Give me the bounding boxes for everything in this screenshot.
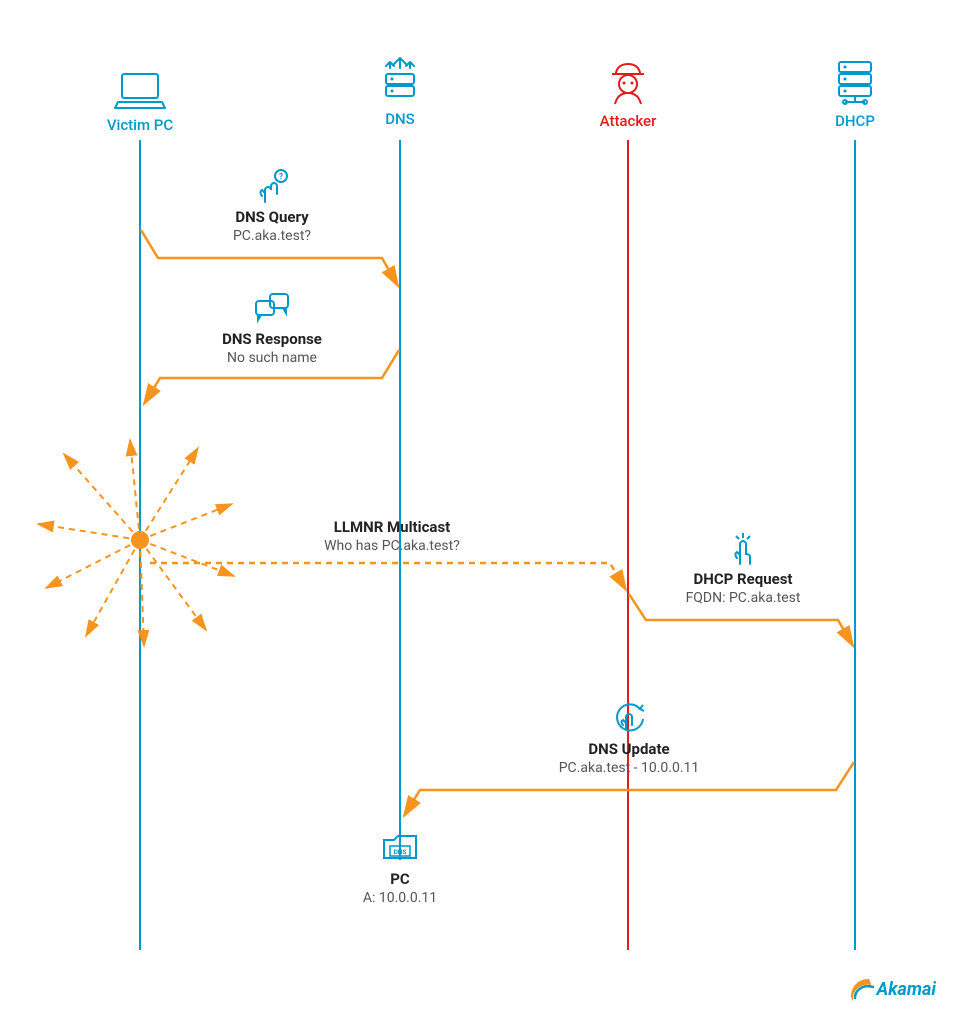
dns-server-icon — [340, 54, 460, 104]
lifeline-attacker — [627, 140, 629, 950]
msg-title: DNS Response — [172, 330, 372, 348]
brand-name: Akamai — [877, 979, 937, 1000]
msg-sub: FQDN: PC.aka.test — [648, 590, 838, 606]
lifeline-victim — [139, 140, 141, 950]
actor-label: Victim PC — [80, 116, 200, 134]
svg-text:?: ? — [279, 172, 283, 181]
msg-title: DNS Update — [494, 740, 764, 758]
attacker-icon — [568, 56, 688, 106]
arrows-layer — [0, 0, 960, 1020]
actor-attacker: Attacker — [568, 56, 688, 130]
msg-llmnr-multicast: LLMNR Multicast Who has PC.aka.test? — [262, 518, 522, 554]
hand-refresh-icon — [494, 700, 764, 736]
akamai-swoosh-icon — [849, 976, 875, 1002]
brand-logo: Akamai — [849, 976, 937, 1002]
dhcp-server-icon — [795, 56, 915, 106]
actor-label: DHCP — [795, 112, 915, 130]
actor-dns: DNS — [340, 54, 460, 128]
hand-pointer-icon — [648, 530, 838, 566]
lifeline-dhcp — [854, 140, 856, 950]
msg-dhcp-request: DHCP Request FQDN: PC.aka.test — [648, 530, 838, 606]
msg-sub: Who has PC.aka.test? — [262, 538, 522, 554]
msg-sub: A: 10.0.0.11 — [330, 890, 470, 906]
msg-sub: No such name — [172, 350, 372, 366]
msg-title: DNS Query — [172, 208, 372, 226]
msg-sub: PC.aka.test - 10.0.0.11 — [494, 760, 764, 776]
actor-label: DNS — [340, 110, 460, 128]
msg-dns-response: DNS Response No such name — [172, 290, 372, 366]
actor-label: Attacker — [568, 112, 688, 130]
msg-title: LLMNR Multicast — [262, 518, 522, 536]
svg-text:DNS: DNS — [394, 848, 407, 856]
msg-dns-query: ? DNS Query PC.aka.test? — [172, 168, 372, 244]
hand-question-icon: ? — [172, 168, 372, 204]
actor-victim-pc: Victim PC — [80, 60, 200, 134]
laptop-icon — [80, 60, 200, 110]
actor-dhcp: DHCP — [795, 56, 915, 130]
chat-bubbles-icon — [172, 290, 372, 326]
msg-dns-update: DNS Update PC.aka.test - 10.0.0.11 — [494, 700, 764, 776]
lifeline-dns — [399, 140, 401, 860]
dns-record: DNS PC A: 10.0.0.11 — [330, 830, 470, 906]
msg-title: PC — [330, 870, 470, 888]
msg-sub: PC.aka.test? — [172, 228, 372, 244]
msg-title: DHCP Request — [648, 570, 838, 588]
dns-folder-icon: DNS — [330, 830, 470, 866]
